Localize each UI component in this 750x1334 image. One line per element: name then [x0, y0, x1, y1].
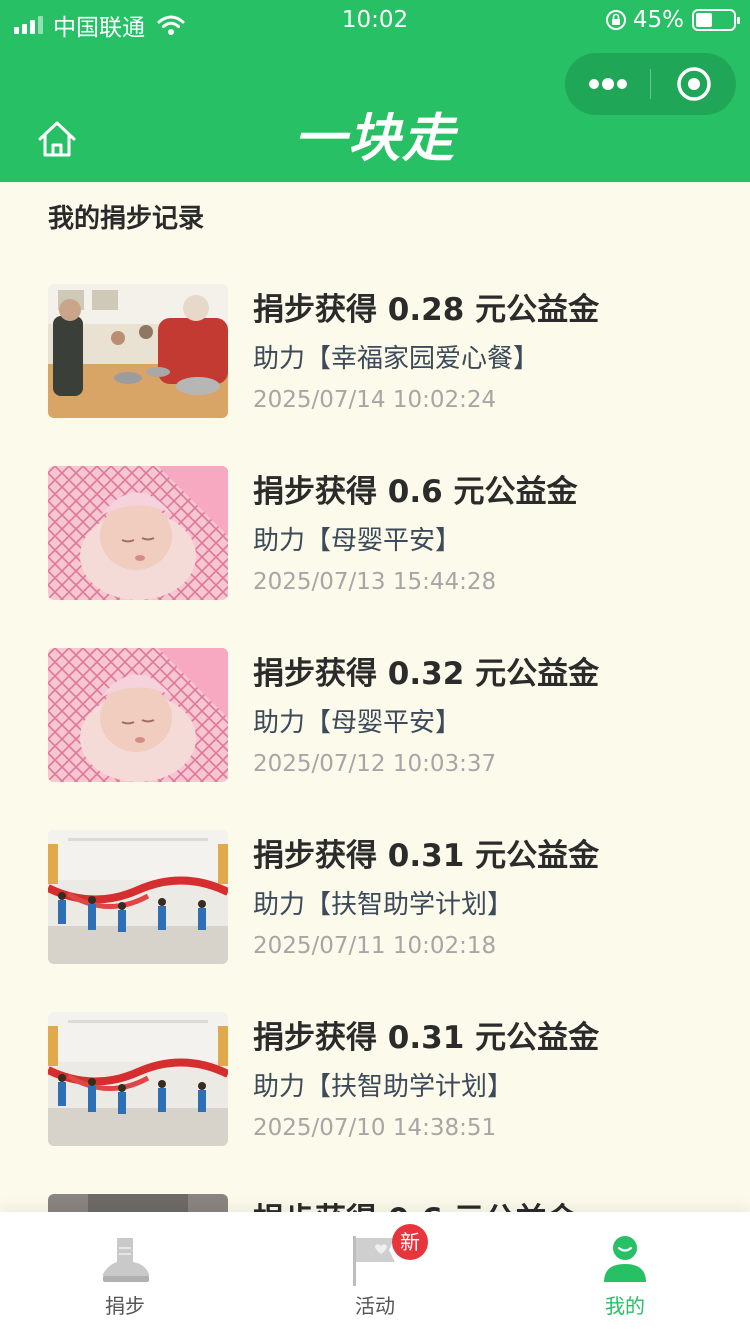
list-item[interactable]: 捐步获得 0.31 元公益金 助力【扶智助学计划】 2025/07/10 14:…	[0, 1012, 750, 1152]
record-time: 2025/07/11 10:02:18	[253, 933, 497, 959]
tab-label: 我的	[605, 1294, 645, 1318]
nav-header: 中国联通 10:02 45% 一块走	[0, 0, 750, 182]
project-thumbnail	[48, 648, 228, 782]
project-thumbnail	[48, 466, 228, 600]
list-item[interactable]: 捐步获得 0.31 元公益金 助力【扶智助学计划】 2025/07/11 10:…	[0, 830, 750, 970]
record-time: 2025/07/12 10:03:37	[253, 751, 497, 777]
battery-level	[696, 13, 713, 27]
tab-label: 捐步	[105, 1294, 145, 1318]
project-thumbnail	[48, 1012, 228, 1146]
record-project: 助力【幸福家园爱心餐】	[253, 344, 540, 374]
record-title: 捐步获得 0.28 元公益金	[253, 292, 600, 328]
more-dots-icon	[588, 78, 627, 90]
record-title: 捐步获得 0.6 元公益金	[253, 474, 578, 510]
record-project: 助力【扶智助学计划】	[253, 1072, 514, 1102]
bottom-tabbar: 捐步 新 活动 我的	[0, 1212, 750, 1334]
list-item[interactable]: 捐步获得 0.28 元公益金 助力【幸福家园爱心餐】 2025/07/14 10…	[0, 284, 750, 424]
rotation-lock-icon	[605, 10, 626, 30]
list-item[interactable]: 捐步获得 0.32 元公益金 助力【母婴平安】 2025/07/12 10:03…	[0, 648, 750, 788]
record-time: 2025/07/13 15:44:28	[253, 569, 497, 595]
tab-donate-steps[interactable]: 捐步	[0, 1212, 250, 1334]
list-item[interactable]: 捐步获得 0.6 元公益金 助力【母婴平安】 2025/07/13 15:44:…	[0, 466, 750, 606]
shoe-icon	[103, 1238, 149, 1282]
tab-activities[interactable]: 新 活动	[250, 1212, 500, 1334]
tab-label: 活动	[355, 1294, 395, 1318]
status-bar: 中国联通 10:02 45%	[0, 0, 750, 44]
section-title: 我的捐步记录	[48, 204, 205, 234]
record-time: 2025/07/14 10:02:24	[253, 387, 497, 413]
record-title: 捐步获得 0.31 元公益金	[253, 1020, 600, 1056]
tab-mine[interactable]: 我的	[500, 1212, 750, 1334]
project-thumbnail	[48, 284, 228, 418]
record-project: 助力【母婴平安】	[253, 526, 462, 556]
profile-icon	[604, 1236, 646, 1282]
record-project: 助力【扶智助学计划】	[253, 890, 514, 920]
record-title: 捐步获得 0.32 元公益金	[253, 656, 600, 692]
battery-icon	[692, 9, 740, 31]
record-project: 助力【母婴平安】	[253, 708, 462, 738]
page-title: 一块走	[293, 109, 456, 169]
new-badge: 新	[392, 1224, 428, 1260]
record-title: 捐步获得 0.31 元公益金	[253, 838, 600, 874]
record-time: 2025/07/10 14:38:51	[253, 1115, 497, 1141]
battery-percent: 45%	[632, 7, 684, 33]
project-thumbnail	[48, 830, 228, 964]
